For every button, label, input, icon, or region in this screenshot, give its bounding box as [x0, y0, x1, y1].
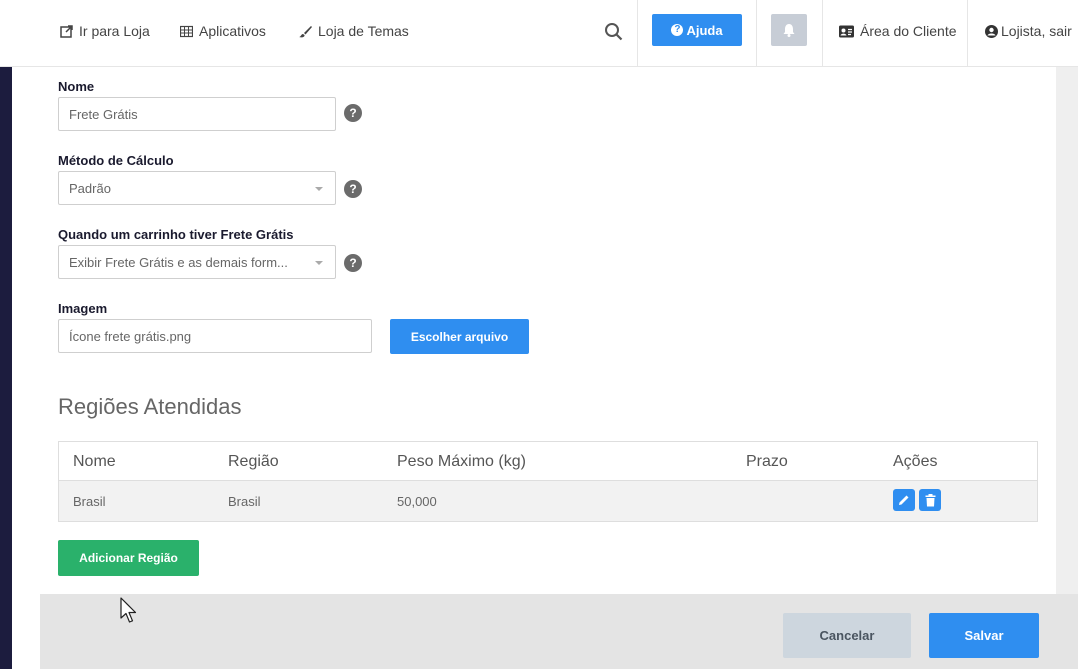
cell-regiao: Brasil — [228, 494, 261, 509]
sidebar-edge — [0, 67, 12, 669]
store-link-label: Ir para Loja — [79, 23, 150, 39]
chevron-down-icon — [315, 187, 323, 191]
free-cart-select-value: Exibir Frete Grátis e as demais form... — [69, 254, 288, 270]
mouse-cursor-icon — [120, 597, 137, 623]
help-button-label: Ajuda — [686, 22, 723, 38]
id-card-icon — [839, 25, 854, 37]
regions-table: Nome Região Peso Máximo (kg) Prazo Ações… — [58, 441, 1038, 522]
navbar-divider — [967, 0, 968, 67]
regions-table-header: Nome Região Peso Máximo (kg) Prazo Ações — [59, 442, 1037, 481]
image-label: Imagem — [58, 301, 108, 316]
method-help-icon[interactable]: ? — [344, 180, 362, 198]
themes-link-label: Loja de Temas — [318, 23, 409, 39]
question-icon: ? — [671, 24, 684, 36]
form-footer — [40, 594, 1078, 669]
store-link[interactable]: Ir para Loja — [60, 22, 150, 40]
cell-peso: 50,000 — [397, 494, 437, 509]
search-icon[interactable] — [604, 22, 623, 41]
column-header-acoes: Ações — [893, 453, 938, 470]
page-gutter — [12, 67, 40, 669]
method-label: Método de Cálculo — [58, 153, 174, 168]
apps-link-label: Aplicativos — [199, 23, 266, 39]
help-button[interactable]: ? Ajuda — [652, 14, 742, 46]
client-area-label: Área do Cliente — [860, 23, 957, 39]
themes-link[interactable]: Loja de Temas — [299, 22, 409, 40]
navbar-divider — [822, 0, 823, 67]
image-file-input[interactable]: Ícone frete grátis.png — [58, 319, 372, 353]
grid-icon — [180, 25, 193, 37]
column-header-prazo: Prazo — [746, 453, 788, 470]
external-link-icon — [60, 24, 73, 38]
name-help-icon[interactable]: ? — [344, 104, 362, 122]
logout-label: Lojista, sair — [1001, 23, 1072, 39]
free-cart-label: Quando um carrinho tiver Frete Grátis — [58, 227, 294, 242]
method-select[interactable]: Padrão — [58, 171, 336, 205]
cell-nome: Brasil — [73, 494, 106, 509]
bell-icon — [783, 24, 795, 37]
page-gutter-right — [1056, 67, 1078, 594]
apps-link[interactable]: Aplicativos — [180, 22, 266, 40]
free-cart-help-icon[interactable]: ? — [344, 254, 362, 272]
regions-section-title: Regiões Atendidas — [58, 394, 242, 419]
name-label: Nome — [58, 79, 95, 94]
free-cart-select[interactable]: Exibir Frete Grátis e as demais form... — [58, 245, 336, 279]
navbar-divider — [637, 0, 638, 67]
pencil-icon — [899, 495, 909, 505]
cancel-button[interactable]: Cancelar — [783, 613, 911, 658]
logout-link[interactable]: Lojista, sair — [985, 22, 1072, 40]
notifications-button[interactable] — [771, 14, 807, 46]
brush-icon — [299, 25, 312, 37]
image-file-name: Ícone frete grátis.png — [69, 328, 192, 344]
column-header-peso: Peso Máximo (kg) — [397, 453, 526, 470]
trash-icon — [925, 493, 935, 506]
top-navbar: Ir para Loja Aplicativos Loja de Temas ?… — [0, 0, 1078, 67]
table-row: Brasil Brasil 50,000 — [59, 481, 1037, 521]
user-circle-icon — [985, 24, 998, 38]
save-button[interactable]: Salvar — [929, 613, 1039, 658]
edit-region-button[interactable] — [893, 489, 915, 511]
add-region-button[interactable]: Adicionar Região — [58, 540, 199, 576]
delete-region-button[interactable] — [919, 489, 941, 511]
navbar-divider — [756, 0, 757, 67]
method-select-value: Padrão — [69, 180, 111, 196]
choose-file-button[interactable]: Escolher arquivo — [390, 319, 529, 354]
name-input-value: Frete Grátis — [69, 106, 138, 122]
name-input[interactable]: Frete Grátis — [58, 97, 336, 131]
client-area-link[interactable]: Área do Cliente — [839, 22, 957, 40]
column-header-nome: Nome — [73, 453, 116, 470]
column-header-regiao: Região — [228, 453, 279, 470]
chevron-down-icon — [315, 261, 323, 265]
